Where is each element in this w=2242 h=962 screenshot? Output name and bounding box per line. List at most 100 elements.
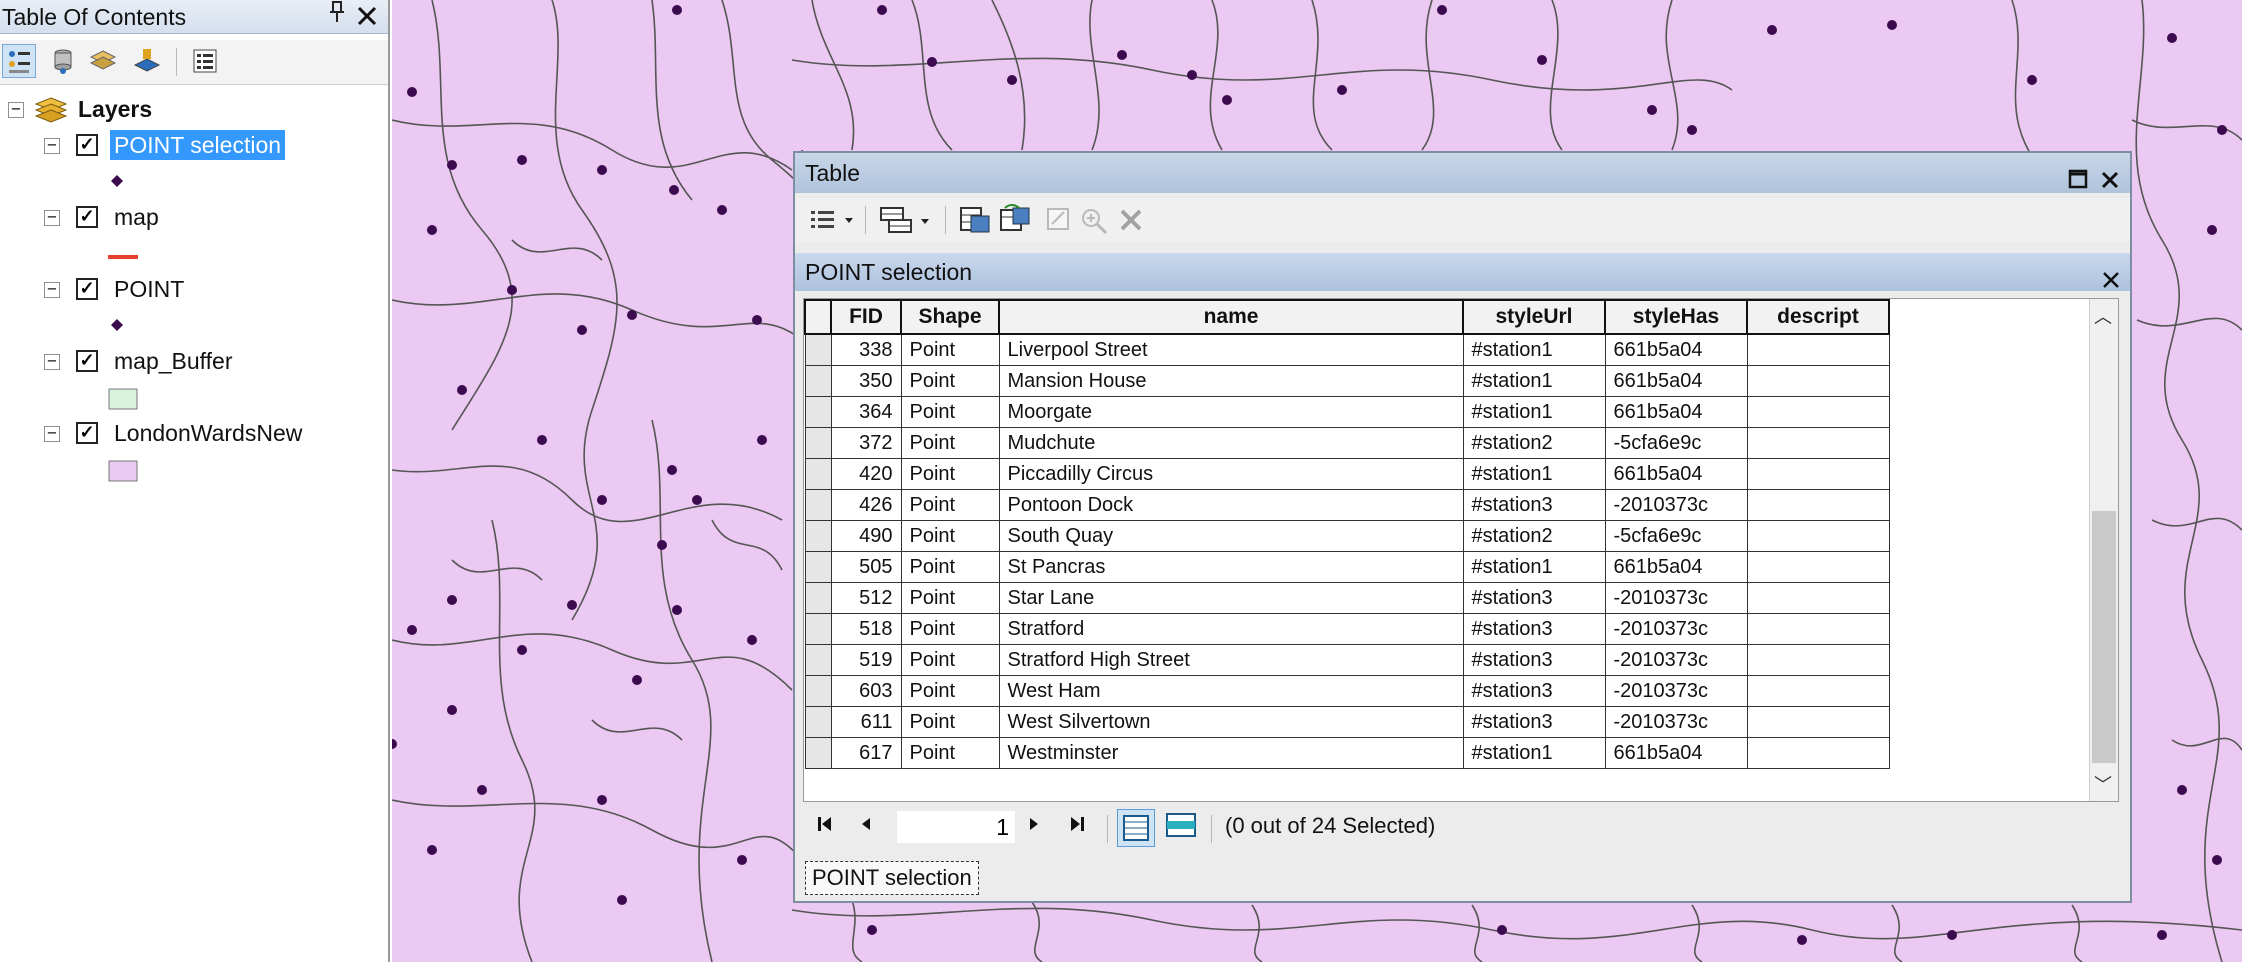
- cell-stylehas[interactable]: -2010373c: [1604, 706, 1748, 738]
- previous-record-icon[interactable]: [859, 813, 873, 841]
- cell-descript[interactable]: [1746, 551, 1890, 583]
- cell-shape[interactable]: Point: [900, 365, 1000, 397]
- cell-name[interactable]: West Ham: [998, 675, 1464, 707]
- cell-shape[interactable]: Point: [900, 675, 1000, 707]
- select-by-attributes-icon[interactable]: [959, 204, 993, 241]
- cell-name[interactable]: Star Lane: [998, 582, 1464, 614]
- cell-name[interactable]: Liverpool Street: [998, 333, 1464, 366]
- layer-label-map-buffer[interactable]: map_Buffer: [114, 346, 232, 376]
- cell-stylehas[interactable]: -2010373c: [1604, 613, 1748, 645]
- cell-styleurl[interactable]: #station2: [1462, 427, 1606, 459]
- scrollbar-thumb[interactable]: [2092, 511, 2116, 763]
- table-row[interactable]: 364 Point Moorgate #station1 661b5a04: [804, 396, 1890, 428]
- current-record-input[interactable]: [897, 811, 1015, 843]
- cell-shape[interactable]: Point: [900, 737, 1000, 769]
- layer-collapse-toggle[interactable]: −: [44, 209, 60, 226]
- layer-collapse-toggle[interactable]: −: [44, 425, 60, 442]
- cell-shape[interactable]: Point: [900, 706, 1000, 738]
- cell-fid[interactable]: 338: [830, 333, 902, 366]
- cell-fid[interactable]: 512: [830, 582, 902, 614]
- cell-shape[interactable]: Point: [900, 333, 1000, 366]
- cell-descript[interactable]: [1746, 644, 1890, 676]
- cell-shape[interactable]: Point: [900, 582, 1000, 614]
- cell-stylehas[interactable]: 661b5a04: [1604, 458, 1748, 490]
- cell-styleurl[interactable]: #station1: [1462, 396, 1606, 428]
- point-symbol-icon[interactable]: [110, 174, 124, 193]
- switch-selection-icon[interactable]: [999, 204, 1033, 241]
- scroll-down-icon[interactable]: ﹀: [2094, 771, 2112, 797]
- cell-descript[interactable]: [1746, 365, 1890, 397]
- cell-name[interactable]: West Silvertown: [998, 706, 1464, 738]
- table-row[interactable]: 426 Point Pontoon Dock #station3 -2010373c: [804, 489, 1890, 521]
- table-row[interactable]: 518 Point Stratford #station3 -2010373c: [804, 613, 1890, 645]
- cell-name[interactable]: South Quay: [998, 520, 1464, 552]
- cell-stylehas[interactable]: -5cfa6e9c: [1604, 427, 1748, 459]
- cell-styleurl[interactable]: #station3: [1462, 489, 1606, 521]
- cell-descript[interactable]: [1746, 520, 1890, 552]
- column-header-fid[interactable]: FID: [830, 299, 902, 335]
- cell-stylehas[interactable]: -5cfa6e9c: [1604, 520, 1748, 552]
- layer-visibility-checkbox[interactable]: ✓: [76, 206, 98, 228]
- row-selector-header[interactable]: [804, 299, 832, 335]
- table-row[interactable]: 603 Point West Ham #station3 -2010373c: [804, 675, 1890, 707]
- cell-shape[interactable]: Point: [900, 644, 1000, 676]
- table-row[interactable]: 512 Point Star Lane #station3 -2010373c: [804, 582, 1890, 614]
- row-selector[interactable]: [804, 396, 832, 428]
- cell-fid[interactable]: 505: [830, 551, 902, 583]
- cell-stylehas[interactable]: -2010373c: [1604, 489, 1748, 521]
- row-selector[interactable]: [804, 644, 832, 676]
- close-icon[interactable]: [2100, 162, 2120, 202]
- row-selector[interactable]: [804, 551, 832, 583]
- cell-styleurl[interactable]: #station1: [1462, 333, 1606, 366]
- table-row[interactable]: 490 Point South Quay #station2 -5cfa6e9c: [804, 520, 1890, 552]
- cell-descript[interactable]: [1746, 613, 1890, 645]
- fill-symbol-icon[interactable]: [108, 460, 138, 487]
- column-header-styleurl[interactable]: styleUrl: [1462, 299, 1606, 335]
- table-row[interactable]: 338 Point Liverpool Street #station1 661b5a0…: [804, 333, 1890, 366]
- cell-styleurl[interactable]: #station1: [1462, 458, 1606, 490]
- layer-collapse-toggle[interactable]: −: [44, 137, 60, 154]
- zoom-to-selected-icon[interactable]: [1079, 206, 1109, 241]
- row-selector[interactable]: [804, 333, 832, 366]
- layers-collapse-toggle[interactable]: −: [8, 101, 24, 118]
- column-header-descript[interactable]: descript: [1746, 299, 1890, 335]
- cell-name[interactable]: Stratford: [998, 613, 1464, 645]
- layer-label-london-wards-new[interactable]: LondonWardsNew: [114, 418, 302, 448]
- cell-name[interactable]: Stratford High Street: [998, 644, 1464, 676]
- row-selector[interactable]: [804, 458, 832, 490]
- table-row[interactable]: 617 Point Westminster #station1 661b5a04: [804, 737, 1890, 769]
- cell-styleurl[interactable]: #station3: [1462, 675, 1606, 707]
- layer-label-point[interactable]: POINT: [114, 274, 184, 304]
- cell-styleurl[interactable]: #station1: [1462, 737, 1606, 769]
- cell-name[interactable]: St Pancras: [998, 551, 1464, 583]
- layer-label-map[interactable]: map: [114, 202, 159, 232]
- cell-descript[interactable]: [1746, 333, 1890, 366]
- cell-stylehas[interactable]: 661b5a04: [1604, 396, 1748, 428]
- table-window-title-bar[interactable]: Table: [795, 153, 2130, 193]
- row-selector[interactable]: [804, 489, 832, 521]
- cell-shape[interactable]: Point: [900, 489, 1000, 521]
- table-row[interactable]: 420 Point Piccadilly Circus #station1 661b5a…: [804, 458, 1890, 490]
- cell-fid[interactable]: 603: [830, 675, 902, 707]
- table-row[interactable]: 350 Point Mansion House #station1 661b5a04: [804, 365, 1890, 397]
- cell-stylehas[interactable]: 661b5a04: [1604, 737, 1748, 769]
- table-row[interactable]: 611 Point West Silvertown #station3 -2010373…: [804, 706, 1890, 738]
- table-bottom-tab[interactable]: POINT selection: [805, 861, 979, 895]
- cell-name[interactable]: Pontoon Dock: [998, 489, 1464, 521]
- cell-shape[interactable]: Point: [900, 551, 1000, 583]
- table-row[interactable]: 519 Point Stratford High Street #station3 -2…: [804, 644, 1890, 676]
- cell-fid[interactable]: 611: [830, 706, 902, 738]
- list-by-source-icon[interactable]: [46, 44, 80, 78]
- list-by-drawing-order-icon[interactable]: [2, 44, 36, 78]
- close-tab-icon[interactable]: [2102, 262, 2120, 300]
- cell-name[interactable]: Westminster: [998, 737, 1464, 769]
- cell-descript[interactable]: [1746, 489, 1890, 521]
- cell-name[interactable]: Moorgate: [998, 396, 1464, 428]
- toc-title-bar[interactable]: Table Of Contents: [0, 0, 388, 34]
- maximize-icon[interactable]: [2068, 161, 2088, 201]
- cell-stylehas[interactable]: 661b5a04: [1604, 365, 1748, 397]
- row-selector[interactable]: [804, 365, 832, 397]
- cell-shape[interactable]: Point: [900, 613, 1000, 645]
- cell-shape[interactable]: Point: [900, 427, 1000, 459]
- column-header-name[interactable]: name: [998, 299, 1464, 335]
